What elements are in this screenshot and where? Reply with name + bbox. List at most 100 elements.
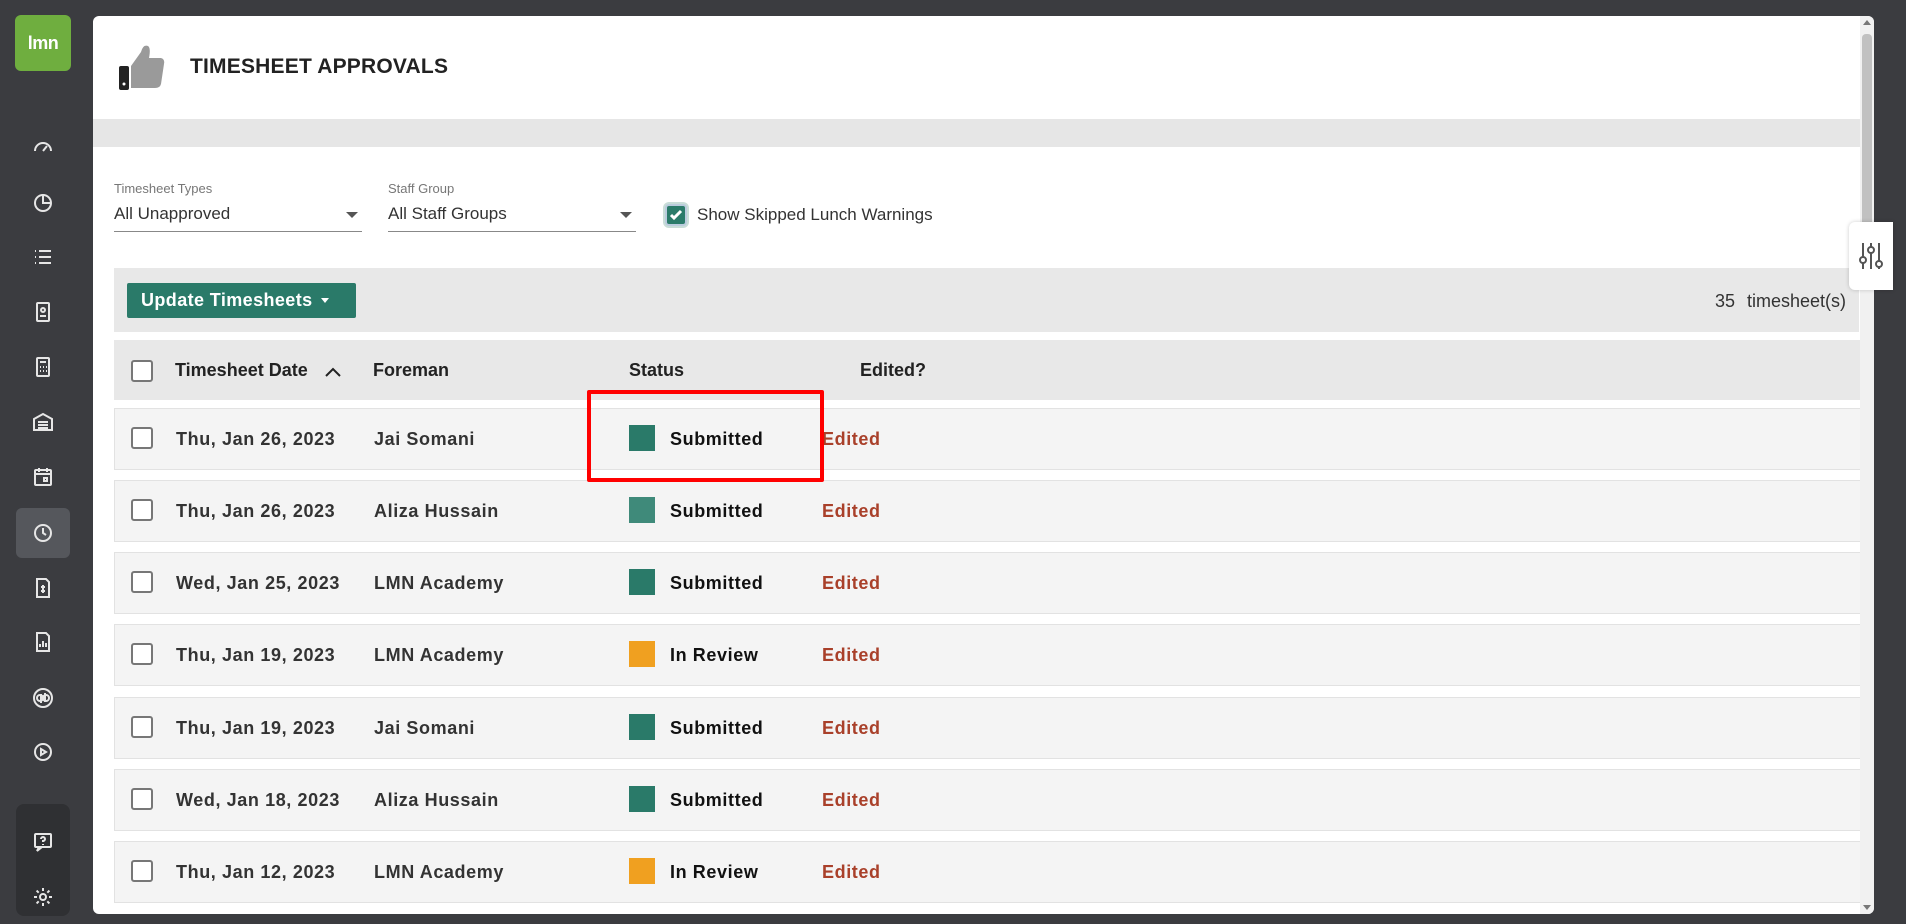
staff-group-label: Staff Group <box>388 181 455 196</box>
nav-invoices-icon[interactable] <box>16 563 70 613</box>
sidebar: lmn <box>0 0 86 924</box>
row-checkbox[interactable] <box>131 860 153 882</box>
row-checkbox[interactable] <box>131 716 153 738</box>
row-status: Submitted <box>670 573 764 593</box>
dropdown-caret-icon <box>320 298 329 303</box>
nav-schedule-icon[interactable] <box>16 452 70 502</box>
column-settings-tab[interactable] <box>1849 222 1893 290</box>
row-timesheet-date: Thu, Jan 26, 2023 <box>176 501 336 521</box>
gear-icon <box>34 888 52 906</box>
nav-list-icon[interactable] <box>16 232 70 282</box>
nav-warehouse-icon[interactable] <box>16 397 70 447</box>
row-edited-link[interactable]: Edited <box>822 862 881 883</box>
nav-contacts-icon[interactable] <box>16 287 70 337</box>
nav-timesheets-icon[interactable] <box>16 508 70 558</box>
row-checkbox[interactable] <box>131 643 153 665</box>
update-timesheets-button[interactable]: Update Timesheets <box>127 283 356 318</box>
scroll-down-icon[interactable] <box>1863 905 1871 910</box>
row-edited-link[interactable]: Edited <box>822 429 881 450</box>
row-checkbox[interactable] <box>131 571 153 593</box>
nav-quickbooks-icon[interactable] <box>16 673 70 723</box>
header-divider-band <box>93 119 1860 147</box>
document-chart-icon <box>36 632 50 652</box>
nav-video-icon[interactable] <box>16 727 70 777</box>
row-timesheet-date: Thu, Jan 19, 2023 <box>176 718 336 738</box>
calculator-icon <box>36 357 50 377</box>
gauge-icon <box>34 142 52 152</box>
contact-card-icon <box>36 302 50 322</box>
row-timesheet-date: Thu, Jan 12, 2023 <box>176 862 336 882</box>
main-panel: TIMESHEET APPROVALS Timesheet Types All … <box>93 16 1874 914</box>
row-foreman: LMN Academy <box>374 862 504 882</box>
row-foreman: Jai Somani <box>374 429 476 449</box>
table-row[interactable]: Wed, Jan 18, 2023 Aliza Hussain Submitted E… <box>114 769 1871 831</box>
sort-ascending-icon[interactable] <box>324 366 342 378</box>
row-checkbox[interactable] <box>131 499 153 521</box>
table-row[interactable]: Wed, Jan 25, 2023 LMN Academy Submitted Edi… <box>114 552 1871 614</box>
row-status: In Review <box>670 862 759 882</box>
skipped-lunch-label: Show Skipped Lunch Warnings <box>697 205 933 224</box>
row-edited-link[interactable]: Edited <box>822 645 881 666</box>
row-edited-link[interactable]: Edited <box>822 501 881 522</box>
scrollbar-thumb[interactable] <box>1862 34 1872 234</box>
staff-group-filter[interactable]: Staff Group All Staff Groups <box>388 181 636 232</box>
row-timesheet-date: Thu, Jan 26, 2023 <box>176 429 336 449</box>
scroll-up-icon[interactable] <box>1863 20 1871 25</box>
row-checkbox[interactable] <box>131 427 153 449</box>
page-header: TIMESHEET APPROVALS <box>93 16 1860 119</box>
table-row[interactable]: Thu, Jan 26, 2023 Jai Somani Submitted Edit… <box>114 408 1871 470</box>
table-row[interactable]: Thu, Jan 12, 2023 LMN Academy In Review Edi… <box>114 841 1871 903</box>
play-circle-icon <box>34 743 52 761</box>
timesheet-types-label: Timesheet Types <box>114 181 213 196</box>
row-checkbox[interactable] <box>131 788 153 810</box>
row-foreman: Aliza Hussain <box>374 790 499 810</box>
nav-dashboard-icon[interactable] <box>16 122 70 172</box>
nav-settings-icon[interactable] <box>16 872 70 922</box>
staff-group-select[interactable]: All Staff Groups <box>388 202 636 232</box>
row-edited-link[interactable]: Edited <box>822 573 881 594</box>
page-title: TIMESHEET APPROVALS <box>190 55 449 78</box>
quickbooks-icon <box>33 688 53 708</box>
table-row[interactable]: Thu, Jan 19, 2023 Jai Somani Submitted Edit… <box>114 697 1871 759</box>
skipped-lunch-checkbox[interactable] <box>665 204 687 226</box>
skipped-lunch-toggle[interactable]: Show Skipped Lunch Warnings <box>665 204 933 226</box>
row-timesheet-date: Wed, Jan 18, 2023 <box>176 790 340 810</box>
thumbs-up-icon <box>119 45 165 90</box>
table-header: Timesheet Date Foreman Status Edited? <box>114 340 1871 400</box>
table-row[interactable]: Thu, Jan 26, 2023 Aliza Hussain Submitted E… <box>114 480 1871 542</box>
header-foreman[interactable]: Foreman <box>373 360 449 381</box>
status-color-swatch <box>629 786 655 812</box>
timesheet-count-label: timesheet(s) <box>1746 291 1846 311</box>
table-row[interactable]: Thu, Jan 19, 2023 LMN Academy In Review Edi… <box>114 624 1871 686</box>
checkmark-icon <box>669 209 683 221</box>
timesheet-types-select[interactable]: All Unapproved <box>114 202 362 232</box>
row-timesheet-date: Wed, Jan 25, 2023 <box>176 573 340 593</box>
nav-documents-icon[interactable] <box>16 617 70 667</box>
status-color-swatch <box>629 497 655 523</box>
warehouse-icon <box>33 412 53 431</box>
status-color-swatch <box>629 858 655 884</box>
status-color-swatch <box>629 714 655 740</box>
row-edited-link[interactable]: Edited <box>822 790 881 811</box>
vertical-scrollbar[interactable] <box>1860 16 1874 914</box>
help-chat-icon <box>34 833 52 852</box>
select-all-checkbox[interactable] <box>131 360 153 382</box>
invoice-icon <box>36 578 50 598</box>
nav-help-icon[interactable] <box>16 817 70 867</box>
calendar-icon <box>34 468 52 486</box>
status-color-swatch <box>629 641 655 667</box>
row-foreman: Jai Somani <box>374 718 476 738</box>
highlight-annotation <box>587 390 824 482</box>
header-edited[interactable]: Edited? <box>860 360 926 381</box>
staff-group-value: All Staff Groups <box>388 204 507 223</box>
nav-estimates-icon[interactable] <box>16 342 70 392</box>
row-status: In Review <box>670 645 759 665</box>
nav-reports-icon[interactable] <box>16 178 70 228</box>
lmn-logo[interactable]: lmn <box>15 15 71 71</box>
header-timesheet-date[interactable]: Timesheet Date <box>175 360 308 381</box>
action-bar: Update Timesheets 35 timesheet(s) <box>114 268 1859 332</box>
header-status[interactable]: Status <box>629 360 684 381</box>
row-edited-link[interactable]: Edited <box>822 718 881 739</box>
timesheet-types-filter[interactable]: Timesheet Types All Unapproved <box>114 181 362 232</box>
row-status: Submitted <box>670 718 764 738</box>
